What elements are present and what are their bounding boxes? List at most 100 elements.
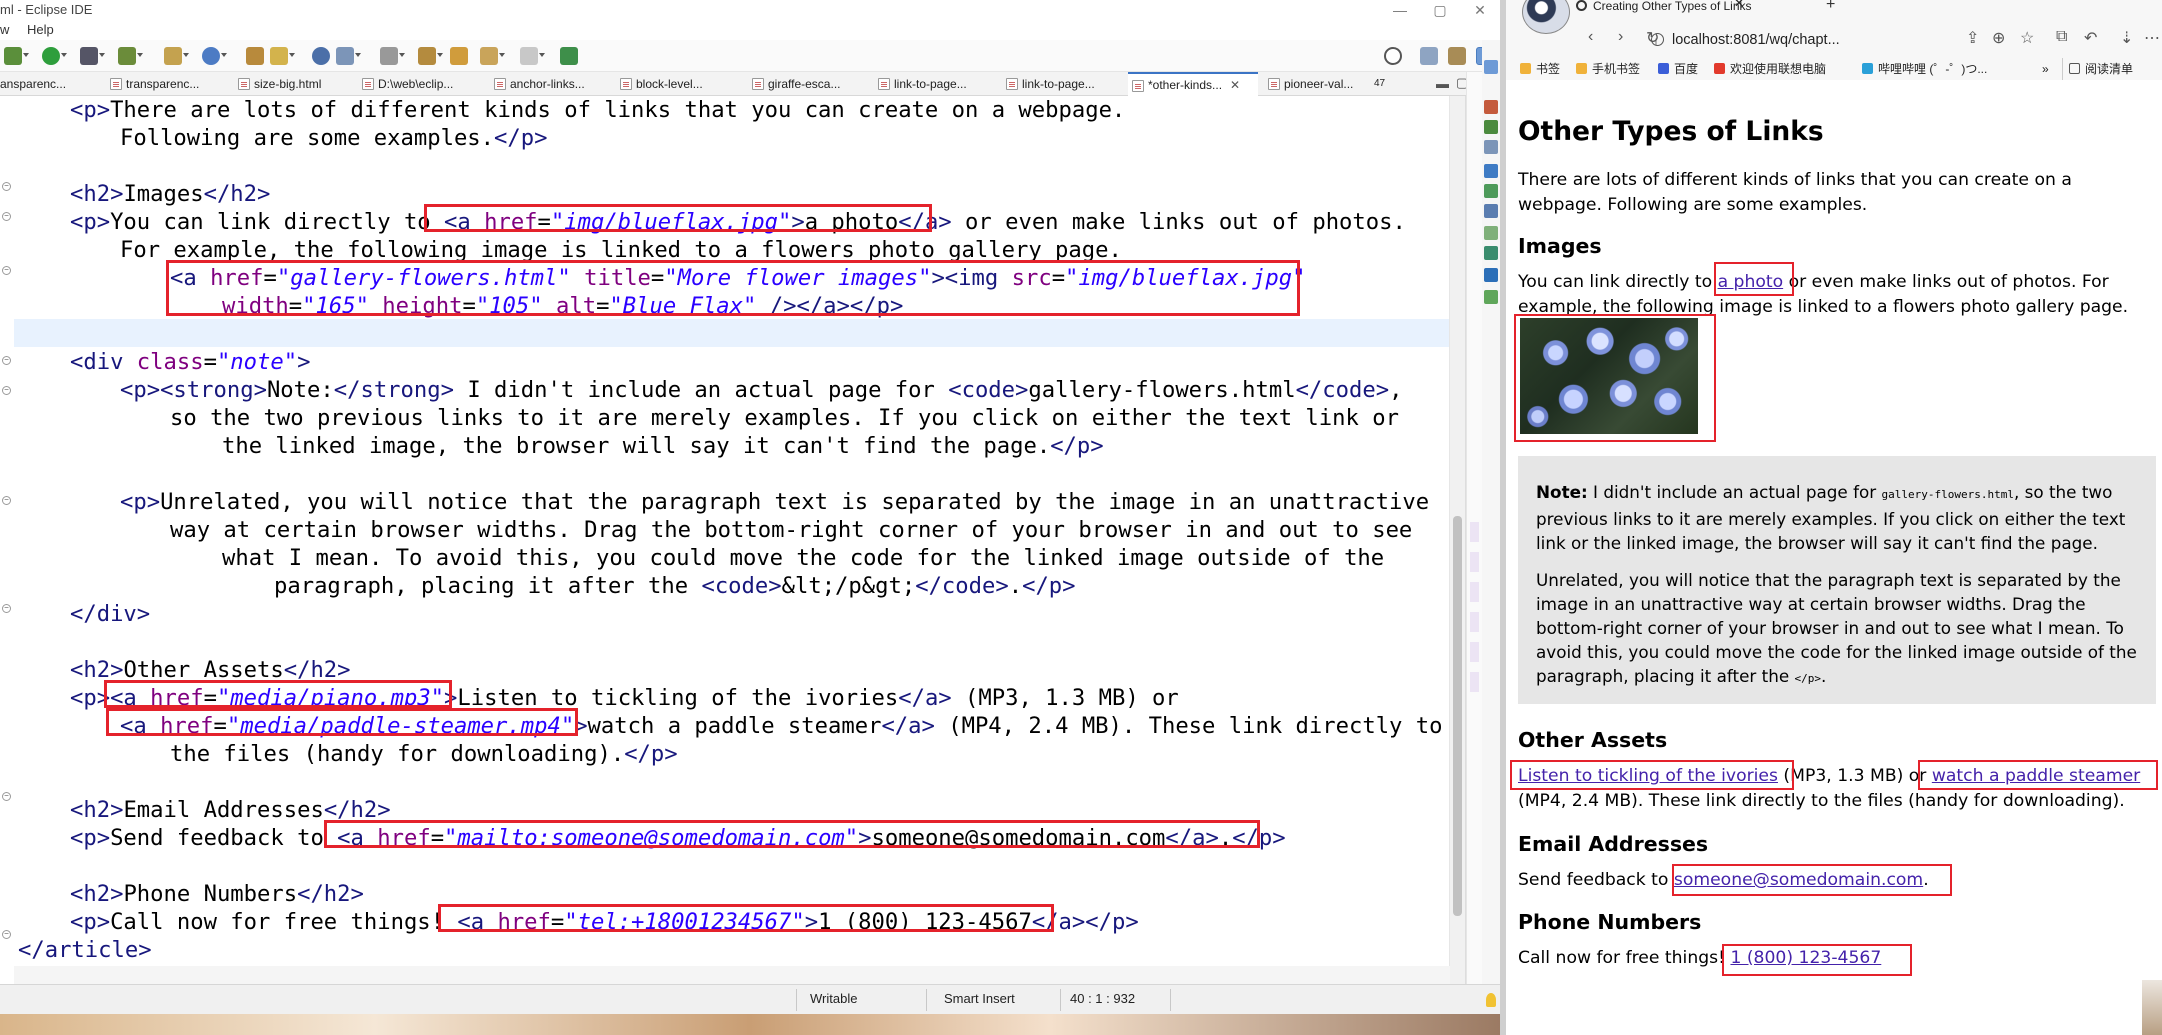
search-icon[interactable] bbox=[1384, 47, 1402, 65]
editor-tab[interactable]: block-level... bbox=[616, 72, 703, 96]
package-explorer-icon[interactable] bbox=[1484, 100, 1498, 114]
maximize-icon[interactable]: ▢ bbox=[1420, 0, 1460, 20]
fold-icon[interactable]: − bbox=[2, 930, 11, 939]
editor-tab[interactable]: link-to-page... bbox=[1002, 72, 1095, 96]
properties-icon[interactable] bbox=[1484, 204, 1498, 218]
forward-icon[interactable] bbox=[520, 47, 545, 65]
annotation-icon[interactable] bbox=[380, 47, 405, 65]
tab-label: D:\web\eclip... bbox=[378, 77, 454, 91]
fold-icon[interactable]: − bbox=[2, 496, 11, 505]
page-favicon-icon bbox=[1576, 0, 1587, 11]
minimize-icon[interactable]: — bbox=[1380, 0, 1420, 20]
editor-tab[interactable]: link-to-page... bbox=[874, 72, 967, 96]
ruler-mark[interactable] bbox=[1470, 522, 1479, 542]
code-editor[interactable]: − − − − − − − − − <p>There are lots of d… bbox=[0, 96, 1466, 984]
close-tab-icon[interactable]: ✕ bbox=[1230, 78, 1240, 92]
annotation-prev-icon[interactable] bbox=[418, 47, 443, 65]
new-class-icon[interactable] bbox=[202, 47, 227, 65]
share-icon[interactable]: ⇪ bbox=[1966, 28, 1979, 48]
history-icon[interactable]: ↶ bbox=[2084, 28, 2097, 48]
java-perspective-icon[interactable] bbox=[1448, 47, 1466, 65]
editor-tab[interactable]: ansparenc... bbox=[0, 72, 66, 96]
profile-avatar[interactable] bbox=[1522, 0, 1570, 34]
fold-icon[interactable]: − bbox=[2, 266, 11, 275]
site-info-icon[interactable] bbox=[1651, 30, 1664, 54]
ruler-mark[interactable] bbox=[1470, 552, 1479, 572]
pin-editor-icon[interactable] bbox=[560, 47, 578, 65]
code-token: Note: bbox=[266, 377, 334, 403]
lightbulb-icon[interactable] bbox=[1486, 993, 1496, 1007]
bookmark-item[interactable]: 书签 bbox=[1520, 58, 1560, 80]
editor-tab[interactable]: D:\web\eclip... bbox=[358, 72, 453, 96]
highlight-box-image-link bbox=[166, 260, 1300, 316]
fold-icon[interactable]: − bbox=[2, 386, 11, 395]
open-type-icon[interactable] bbox=[246, 47, 264, 65]
bookmark-item[interactable]: 百度 bbox=[1658, 58, 1698, 80]
search-tools-icon[interactable] bbox=[270, 47, 295, 65]
tasks-icon[interactable] bbox=[1484, 140, 1498, 154]
restore-icon[interactable] bbox=[1484, 60, 1498, 74]
last-edit-icon[interactable] bbox=[450, 47, 468, 65]
search-view-icon[interactable] bbox=[1484, 290, 1498, 304]
zoom-icon[interactable]: ⊕ bbox=[1992, 28, 2005, 48]
bookmark-item[interactable]: 哔哩哔哩 (゜-゜)つ... bbox=[1862, 58, 1987, 80]
data-source-icon[interactable] bbox=[1484, 268, 1498, 282]
horizontal-scrollbar[interactable] bbox=[14, 966, 1450, 984]
downloads-icon[interactable]: ⇣ bbox=[2120, 28, 2133, 48]
task-icon[interactable] bbox=[336, 47, 361, 65]
open-perspective-icon[interactable] bbox=[1420, 47, 1438, 65]
minimize-editor-icon[interactable]: ▬ bbox=[1436, 76, 1449, 91]
hidden-tabs-count[interactable]: 47 bbox=[1374, 72, 1385, 96]
menu-help[interactable]: Help bbox=[27, 22, 54, 37]
snippets-icon[interactable] bbox=[1484, 246, 1498, 260]
browser-tab[interactable]: Creating Other Types of Links ✕ bbox=[1576, 0, 1752, 12]
console-icon[interactable] bbox=[1484, 184, 1498, 198]
overview-ruler[interactable] bbox=[1466, 72, 1482, 984]
back-icon[interactable]: ‹ bbox=[1588, 28, 1593, 46]
vertical-scrollbar[interactable] bbox=[1449, 96, 1465, 984]
bookmark-star-icon[interactable]: ☆ bbox=[2020, 28, 2034, 48]
editor-tab[interactable]: pioneer-val... bbox=[1264, 72, 1353, 96]
new-tab-icon[interactable]: + bbox=[1826, 0, 1835, 14]
fold-icon[interactable]: − bbox=[2, 212, 11, 221]
close-icon[interactable]: ✕ bbox=[1460, 0, 1500, 20]
menu-window[interactable]: w bbox=[0, 22, 9, 37]
ruler-mark[interactable] bbox=[1470, 672, 1479, 692]
close-tab-icon[interactable]: ✕ bbox=[1734, 0, 1744, 9]
forward-icon[interactable]: › bbox=[1618, 28, 1623, 46]
editor-tab[interactable]: size-big.html bbox=[234, 72, 321, 96]
run-icon[interactable] bbox=[42, 47, 67, 65]
code-token: <p> bbox=[70, 825, 111, 851]
editor-tab[interactable]: giraffe-esca... bbox=[748, 72, 840, 96]
bookmark-label: 阅读清单 bbox=[2085, 62, 2134, 76]
extensions-icon[interactable]: ⧉ bbox=[2056, 28, 2067, 46]
servers-icon[interactable] bbox=[1484, 226, 1498, 240]
tab-label: anchor-links... bbox=[510, 77, 585, 91]
debug-icon[interactable] bbox=[4, 47, 29, 65]
fold-icon[interactable]: − bbox=[2, 604, 11, 613]
coverage-icon[interactable] bbox=[80, 47, 105, 65]
more-icon[interactable]: ⋯ bbox=[2144, 28, 2160, 48]
ruler-mark[interactable] bbox=[1470, 642, 1479, 662]
ruler-mark[interactable] bbox=[1470, 582, 1479, 602]
ruler-mark[interactable] bbox=[1470, 612, 1479, 632]
fold-icon[interactable]: − bbox=[2, 792, 11, 801]
outline-icon[interactable] bbox=[1484, 120, 1498, 134]
code-token: </code> bbox=[1295, 377, 1390, 403]
scrollbar-thumb[interactable] bbox=[1453, 516, 1462, 916]
fold-icon[interactable]: − bbox=[2, 356, 11, 365]
problems-icon[interactable] bbox=[1484, 164, 1498, 178]
editor-tab[interactable]: transparenc... bbox=[106, 72, 199, 96]
reading-list[interactable]: 阅读清单 bbox=[2062, 58, 2133, 80]
new-package-icon[interactable] bbox=[164, 47, 189, 65]
more-bookmarks-icon[interactable]: » bbox=[2042, 58, 2049, 80]
external-tools-icon[interactable] bbox=[118, 47, 143, 65]
back-icon[interactable] bbox=[480, 47, 505, 65]
globe-icon[interactable] bbox=[312, 47, 330, 65]
editor-tab[interactable]: anchor-links... bbox=[490, 72, 585, 96]
fold-icon[interactable]: − bbox=[2, 182, 11, 191]
address-bar[interactable]: localhost:8081/wq/chapt... bbox=[1651, 28, 1966, 54]
bookmark-item[interactable]: 手机书签 bbox=[1576, 58, 1640, 80]
bookmark-item[interactable]: 欢迎使用联想电脑 bbox=[1714, 58, 1826, 80]
editor-tab-active[interactable]: *other-kinds... ✕ bbox=[1128, 72, 1258, 97]
